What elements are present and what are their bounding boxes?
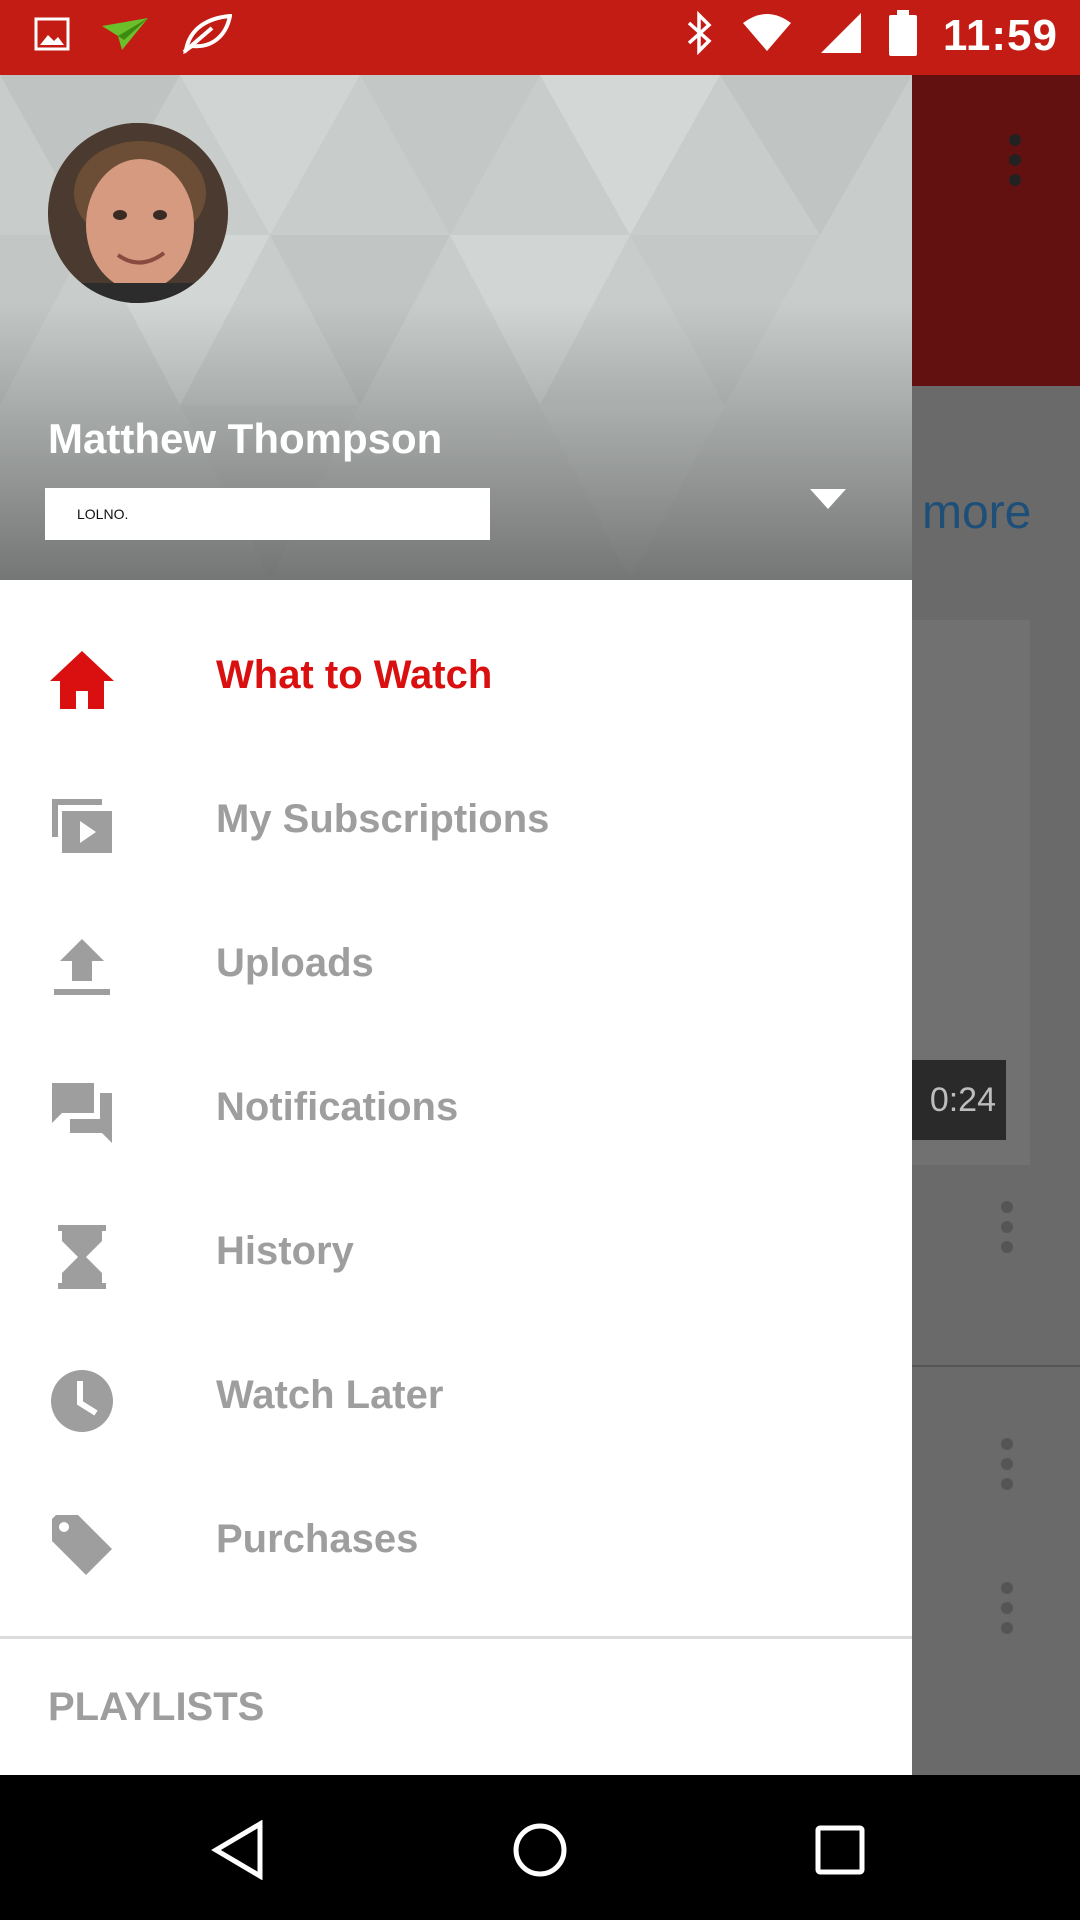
user-name: Matthew Thompson [48, 415, 443, 462]
paper-plane-icon [100, 16, 150, 57]
menu-item-label: Watch Later [216, 1373, 444, 1417]
leaf-icon [180, 13, 233, 59]
more-link[interactable]: more [922, 485, 1031, 540]
clock-time: 11:59 [942, 10, 1058, 60]
section-title-playlists: PLAYLISTS [48, 1685, 265, 1729]
system-nav-bar [0, 1775, 1080, 1920]
menu-item-uploads[interactable]: Uploads [0, 893, 912, 1037]
recents-icon[interactable] [812, 1820, 868, 1885]
more-vert-icon[interactable] [1000, 1200, 1014, 1259]
menu-item-label: Notifications [216, 1085, 459, 1129]
divider [0, 1636, 912, 1639]
hourglass-icon [48, 1223, 116, 1291]
menu-item-label: What to Watch [216, 653, 493, 697]
more-vert-icon[interactable] [1000, 1581, 1014, 1640]
subscriptions-icon [48, 791, 116, 859]
avatar[interactable] [48, 123, 228, 303]
more-vert-icon[interactable] [1000, 1437, 1014, 1496]
home-icon [48, 647, 116, 715]
user-photo [48, 123, 228, 303]
back-icon[interactable] [210, 1819, 266, 1885]
navigation-drawer: Matthew Thompson LOLNO. What to Watch My… [0, 75, 912, 1775]
menu-item-purchases[interactable]: Purchases [0, 1469, 912, 1613]
menu-item-label: My Subscriptions [216, 797, 550, 841]
menu-item-what-to-watch[interactable]: What to Watch [0, 605, 912, 749]
cell-signal-icon [819, 11, 863, 60]
status-bar: 11:59 [0, 0, 1080, 75]
menu-item-label: Purchases [216, 1517, 419, 1561]
video-duration: 0:24 [912, 1060, 1006, 1140]
menu-item-label: Uploads [216, 941, 374, 985]
menu-item-my-subscriptions[interactable]: My Subscriptions [0, 749, 912, 893]
drawer-header: Matthew Thompson LOLNO. [0, 75, 912, 580]
gallery-icon [34, 17, 70, 56]
menu-item-label: History [216, 1229, 354, 1273]
wifi-icon [741, 13, 793, 58]
chat-icon [48, 1079, 116, 1147]
menu-item-notifications[interactable]: Notifications [0, 1037, 912, 1181]
tag-icon [48, 1511, 116, 1579]
upload-icon [48, 935, 116, 1003]
account-dropdown-icon[interactable] [808, 487, 848, 516]
menu-item-history[interactable]: History [0, 1181, 912, 1325]
drawer-menu: What to Watch My Subscriptions Uploads N… [0, 605, 912, 1613]
menu-item-watch-later[interactable]: Watch Later [0, 1325, 912, 1469]
divider [912, 1365, 1080, 1367]
clock-icon [48, 1367, 116, 1435]
more-vert-icon[interactable] [1008, 133, 1022, 192]
bluetooth-icon [685, 10, 715, 60]
home-circle-icon[interactable] [512, 1820, 568, 1885]
account-name[interactable]: LOLNO. [45, 488, 490, 540]
battery-icon [888, 10, 917, 61]
